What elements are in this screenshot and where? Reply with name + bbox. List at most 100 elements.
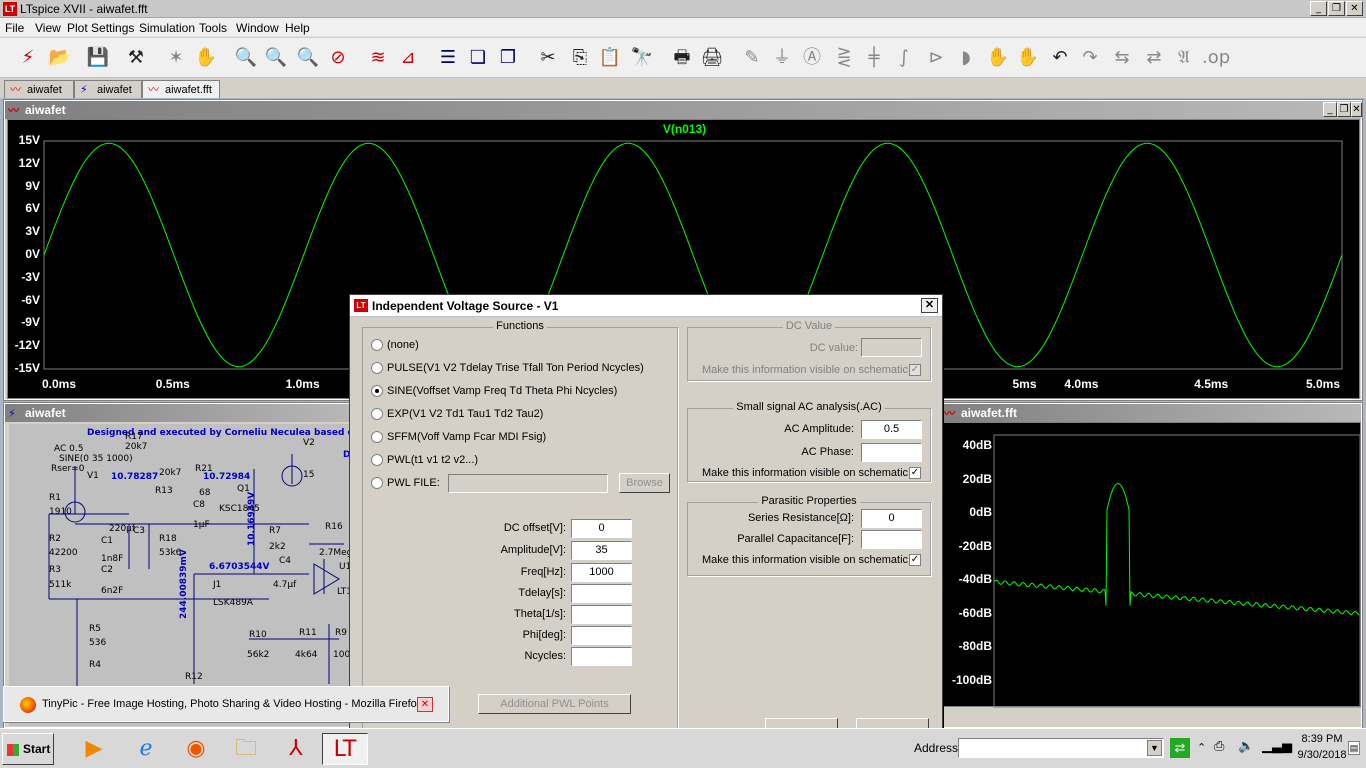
- print-icon[interactable]: 🖶: [668, 44, 696, 72]
- firefox-taskbar-icon[interactable]: ◉: [176, 733, 216, 765]
- radio-pwl[interactable]: PWL(t1 v1 t2 v2...): [371, 453, 478, 467]
- radio-exp[interactable]: EXP(V1 V2 Td1 Tau1 Td2 Tau2): [371, 407, 543, 421]
- pwl-file-field[interactable]: [448, 474, 608, 493]
- zoom-in-icon[interactable]: 🔍: [232, 44, 260, 72]
- copy-icon[interactable]: ⎘: [566, 44, 594, 72]
- tdelay-field[interactable]: [571, 584, 632, 603]
- tab-aiwafet-fft[interactable]: 〰 aiwafet.fft: [142, 80, 220, 98]
- freq-field[interactable]: 1000: [571, 563, 632, 582]
- control-panel-icon[interactable]: ⚒: [122, 44, 150, 72]
- zoom-out-icon[interactable]: 🔍: [294, 44, 322, 72]
- autorange-icon[interactable]: ≋: [364, 44, 392, 72]
- resistor-icon[interactable]: ⋛: [830, 44, 858, 72]
- amplitude-field[interactable]: 35: [571, 541, 632, 560]
- browse-button[interactable]: Browse: [619, 473, 670, 493]
- menu-window[interactable]: Window: [236, 21, 279, 35]
- open-icon[interactable]: 📂: [46, 44, 74, 72]
- volume-tray-icon[interactable]: 🔈: [1238, 739, 1254, 754]
- tile-vertical-icon[interactable]: ❐: [494, 44, 522, 72]
- fft-plot-pane[interactable]: 40dB 20dB 0dB -20dB -40dB -60dB -80dB -100dB: [943, 422, 1361, 708]
- mirror-icon[interactable]: ⇄: [1140, 44, 1168, 72]
- ac-visible-checkbox[interactable]: ✓: [909, 467, 921, 479]
- dc-offset-field[interactable]: 0: [571, 519, 632, 538]
- parasitic-visible-checkbox[interactable]: ✓: [909, 554, 921, 566]
- tab-aiwafet-schematic[interactable]: ⚡ aiwafet: [74, 80, 142, 98]
- ac-phase-field[interactable]: [861, 443, 922, 462]
- ltspice-taskbar-icon[interactable]: LT: [322, 733, 368, 765]
- spice-directive-icon[interactable]: .op: [1202, 44, 1230, 72]
- notification-icon[interactable]: ▤: [1348, 741, 1360, 755]
- save-icon[interactable]: 💾: [84, 44, 112, 72]
- additional-pwl-points-button[interactable]: Additional PWL Points: [478, 694, 631, 714]
- menu-file[interactable]: File: [5, 21, 24, 35]
- dc-value-field[interactable]: [861, 338, 922, 357]
- cascade-icon[interactable]: ❏: [464, 44, 492, 72]
- label-net-icon[interactable]: Ⓐ: [798, 44, 826, 72]
- close-button[interactable]: ✕: [1346, 1, 1363, 16]
- media-player-icon[interactable]: ▶: [74, 733, 114, 765]
- menu-tools[interactable]: Tools: [199, 21, 227, 35]
- address-label: Address: [914, 741, 959, 755]
- diode-icon[interactable]: ⊳: [922, 44, 950, 72]
- text-icon[interactable]: 𝔄: [1170, 44, 1198, 72]
- radio-pulse[interactable]: PULSE(V1 V2 Tdelay Trise Tfall Ton Perio…: [371, 361, 644, 375]
- schematic-canvas[interactable]: Designed and executed by Corneliu Necule…: [9, 424, 354, 726]
- file-explorer-icon[interactable]: 🗀: [226, 733, 266, 765]
- run-icon[interactable]: ✶: [162, 44, 190, 72]
- waveform-restore-button[interactable]: ❐: [1337, 102, 1351, 117]
- waveform-close-button[interactable]: ✕: [1351, 102, 1362, 117]
- undo-icon[interactable]: ↶: [1046, 44, 1074, 72]
- inductor-icon[interactable]: ∫: [890, 44, 918, 72]
- show-hidden-icons-icon[interactable]: ⌃: [1197, 741, 1206, 754]
- firefox-taskbar-preview[interactable]: TinyPic - Free Image Hosting, Photo Shar…: [3, 686, 449, 722]
- radio-sffm[interactable]: SFFM(Voff Vamp Fcar MDI Fsig): [371, 430, 546, 444]
- zoom-fit-icon[interactable]: ⊘: [324, 44, 352, 72]
- dc-visible-checkbox[interactable]: ✓: [909, 364, 921, 376]
- new-schematic-icon[interactable]: ⚡: [14, 44, 42, 72]
- ncycles-field[interactable]: [571, 647, 632, 666]
- ac-amplitude-field[interactable]: 0.5: [861, 420, 922, 439]
- go-button[interactable]: ⇄: [1170, 738, 1190, 758]
- find-icon[interactable]: 🔭: [628, 44, 656, 72]
- clock-time[interactable]: 8:39 PM: [1296, 733, 1348, 745]
- tab-aiwafet-waveform[interactable]: 〰 aiwafet: [4, 80, 74, 98]
- address-field[interactable]: [958, 738, 1164, 758]
- menu-plot-settings[interactable]: Plot Settings: [67, 21, 134, 35]
- address-dropdown-icon[interactable]: ▼: [1147, 740, 1162, 756]
- clock-date[interactable]: 9/30/2018: [1288, 749, 1356, 761]
- menu-simulation[interactable]: Simulation: [139, 21, 195, 35]
- internet-explorer-icon[interactable]: ℯ: [126, 733, 166, 765]
- minimize-button[interactable]: _: [1310, 1, 1327, 16]
- cut-icon[interactable]: ✂: [534, 44, 562, 72]
- wire-icon[interactable]: ✎: [738, 44, 766, 72]
- restore-button[interactable]: ❐: [1328, 1, 1345, 16]
- paste-icon[interactable]: 📋: [596, 44, 624, 72]
- radio-pwl-file[interactable]: PWL FILE:: [371, 476, 440, 490]
- drag-icon[interactable]: ✋: [1014, 44, 1042, 72]
- menu-help[interactable]: Help: [285, 21, 310, 35]
- component-icon[interactable]: ◗: [952, 44, 980, 72]
- phi-field[interactable]: [571, 626, 632, 645]
- radio-sine[interactable]: SINE(Voffset Vamp Freq Td Theta Phi Ncyc…: [371, 384, 617, 398]
- tile-horizontal-icon[interactable]: ☰: [434, 44, 462, 72]
- manual-limits-icon[interactable]: ⊿: [394, 44, 422, 72]
- capacitor-icon[interactable]: ╪: [860, 44, 888, 72]
- parallel-capacitance-field[interactable]: [861, 530, 922, 549]
- radio-none[interactable]: (none): [371, 338, 419, 352]
- pan-icon[interactable]: ✋: [192, 44, 220, 72]
- theta-field[interactable]: [571, 605, 632, 624]
- series-resistance-field[interactable]: 0: [861, 509, 922, 528]
- waveform-minimize-button[interactable]: _: [1323, 102, 1337, 117]
- start-button[interactable]: Start: [2, 733, 54, 765]
- dialog-close-button[interactable]: ✕: [921, 298, 938, 313]
- ground-icon[interactable]: ⏚: [768, 44, 796, 72]
- firefox-close-button[interactable]: ✕: [417, 697, 433, 712]
- acrobat-icon[interactable]: ⅄: [276, 733, 316, 765]
- rotate-icon[interactable]: ⇆: [1108, 44, 1136, 72]
- network-tray-icon[interactable]: ⎙: [1214, 739, 1224, 754]
- menu-view[interactable]: View: [35, 21, 61, 35]
- zoom-pan-icon[interactable]: 🔍: [262, 44, 290, 72]
- move-icon[interactable]: ✋: [984, 44, 1012, 72]
- print-setup-icon[interactable]: 🖨: [698, 44, 726, 72]
- redo-icon[interactable]: ↷: [1076, 44, 1104, 72]
